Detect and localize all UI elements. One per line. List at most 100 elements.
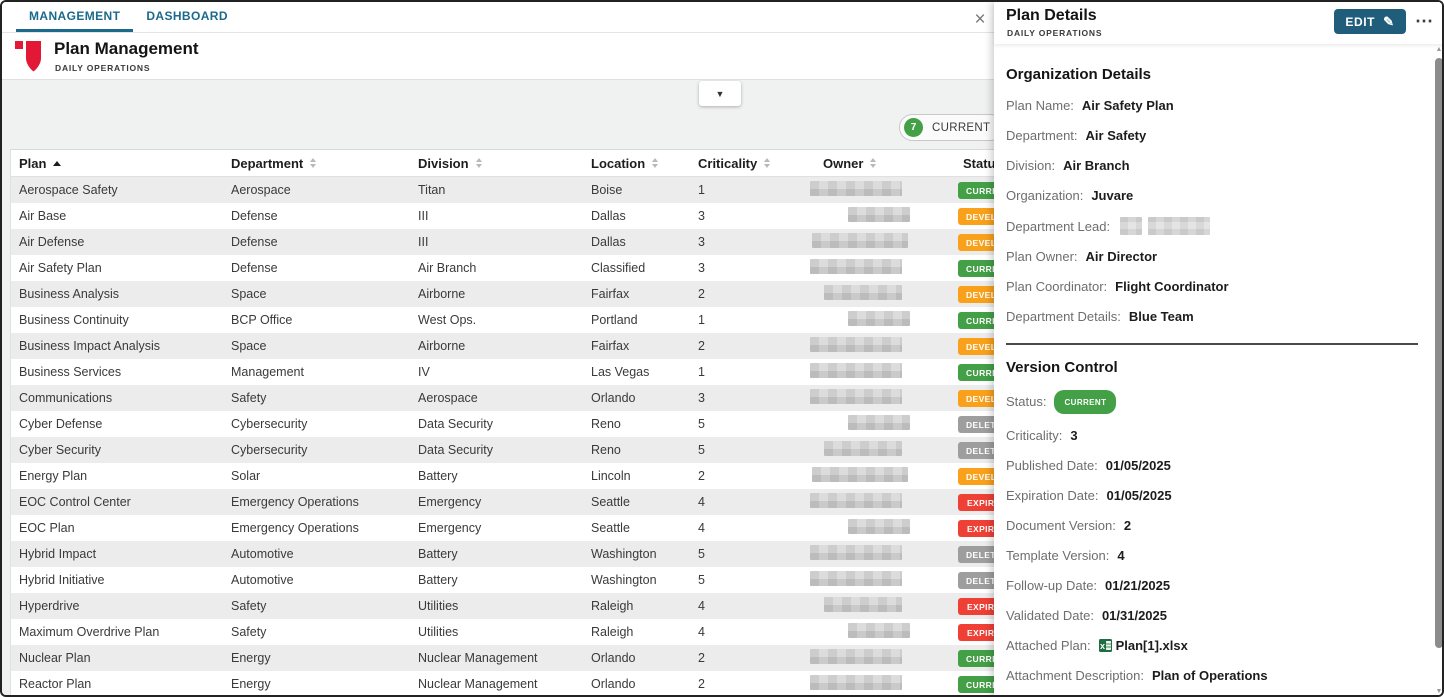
owner-redacted-block	[810, 493, 902, 508]
column-header[interactable]: Plan	[19, 156, 231, 171]
cell-owner	[810, 389, 958, 407]
owner-redacted-block	[812, 467, 908, 482]
cell-plan: Business Impact Analysis	[19, 339, 231, 353]
cell-division: Emergency	[418, 495, 591, 509]
field-status: Status:CURRENT	[1006, 390, 1418, 414]
cell-division: Emergency	[418, 521, 591, 535]
field-followup-date: Follow-up Date:01/21/2025	[1006, 577, 1418, 594]
cell-division: III	[418, 209, 591, 223]
panel-body: Organization Details Plan Name:Air Safet…	[994, 44, 1444, 697]
cell-location: Orlando	[591, 651, 698, 665]
owner-redacted-block	[810, 259, 902, 274]
cell-owner	[810, 493, 958, 511]
collapse-toolbar-button[interactable]: ▼	[699, 81, 741, 106]
field-expiration-date: Expiration Date:01/05/2025	[1006, 487, 1418, 504]
filter-count-badge: 7	[904, 118, 923, 137]
cell-owner	[810, 285, 958, 303]
cell-owner	[810, 675, 958, 693]
cell-owner	[810, 441, 958, 459]
field-validated-date: Validated Date:01/31/2025	[1006, 607, 1418, 624]
lead-avatar-redacted	[1120, 217, 1142, 235]
cell-plan: Aerospace Safety	[19, 183, 231, 197]
cell-location: Fairfax	[591, 287, 698, 301]
cell-location: Orlando	[591, 677, 698, 691]
owner-redacted-block	[824, 441, 902, 456]
cell-location: Dallas	[591, 209, 698, 223]
cell-criticality: 3	[698, 391, 810, 405]
cell-division: Nuclear Management	[418, 651, 591, 665]
field-attachment-description: Attachment Description:Plan of Operation…	[1006, 667, 1418, 684]
cell-plan: Communications	[19, 391, 231, 405]
cell-owner	[810, 597, 958, 615]
chevron-down-icon: ▼	[716, 89, 725, 99]
filter-chip-current[interactable]: 7 CURRENT	[899, 114, 1004, 141]
edit-button[interactable]: EDIT ✎	[1334, 9, 1406, 34]
version-control-heading: Version Control	[1006, 359, 1418, 376]
close-icon[interactable]: ×	[970, 10, 990, 30]
cell-department: Cybersecurity	[231, 417, 418, 431]
cell-criticality: 2	[698, 469, 810, 483]
field-department-details: Department Details:Blue Team	[1006, 308, 1418, 325]
column-header[interactable]: Location	[591, 156, 698, 171]
cell-plan: Business Continuity	[19, 313, 231, 327]
tab-dashboard[interactable]: DASHBOARD	[133, 2, 241, 32]
cell-location: Raleigh	[591, 625, 698, 639]
more-options-icon[interactable]: ⋯	[1415, 11, 1434, 32]
cell-owner	[810, 649, 958, 667]
cell-location: Las Vegas	[591, 365, 698, 379]
column-header[interactable]: Criticality	[698, 156, 810, 171]
scroll-up-icon[interactable]: ▲	[1435, 46, 1443, 53]
cell-division: West Ops.	[418, 313, 591, 327]
cell-owner	[810, 233, 958, 251]
panel-scrollbar[interactable]: ▲ ▼	[1434, 46, 1444, 697]
owner-redacted-block	[848, 623, 910, 638]
column-header[interactable]: Owner	[810, 156, 958, 171]
cell-location: Washington	[591, 547, 698, 561]
tab-management[interactable]: MANAGEMENT	[16, 2, 133, 32]
scrollbar-thumb[interactable]	[1435, 58, 1443, 648]
owner-redacted-block	[848, 519, 910, 534]
cell-division: III	[418, 235, 591, 249]
sort-icon	[764, 158, 770, 168]
attached-plan-link[interactable]: Plan[1].xlsx	[1116, 638, 1188, 653]
cell-owner	[810, 571, 958, 589]
cell-division: Utilities	[418, 599, 591, 613]
cell-plan: Cyber Security	[19, 443, 231, 457]
svg-text:x: x	[1100, 641, 1105, 651]
sort-icon	[652, 158, 658, 168]
cell-location: Reno	[591, 443, 698, 457]
cell-department: Defense	[231, 235, 418, 249]
cell-division: Data Security	[418, 417, 591, 431]
cell-division: IV	[418, 365, 591, 379]
cell-department: Space	[231, 339, 418, 353]
owner-redacted-block	[810, 337, 902, 352]
cell-division: Battery	[418, 547, 591, 561]
cell-division: Airborne	[418, 339, 591, 353]
cell-criticality: 5	[698, 573, 810, 587]
cell-owner	[810, 337, 958, 355]
owner-redacted-block	[810, 181, 902, 196]
scroll-down-icon[interactable]: ▼	[1435, 688, 1443, 695]
cell-criticality: 4	[698, 625, 810, 639]
column-header[interactable]: Department	[231, 156, 418, 171]
panel-header: Plan Details DAILY OPERATIONS EDIT ✎ ⋯	[994, 2, 1444, 44]
cell-location: Classified	[591, 261, 698, 275]
cell-department: Energy	[231, 677, 418, 691]
field-document-version: Document Version:2	[1006, 517, 1418, 534]
cell-department: BCP Office	[231, 313, 418, 327]
cell-department: Safety	[231, 625, 418, 639]
field-plan-coordinator: Plan Coordinator:Flight Coordinator	[1006, 278, 1418, 295]
cell-division: Airborne	[418, 287, 591, 301]
cell-location: Raleigh	[591, 599, 698, 613]
column-label: Criticality	[698, 156, 757, 171]
lead-name-redacted	[1148, 217, 1210, 235]
edit-button-label: EDIT	[1345, 15, 1375, 29]
cell-owner	[810, 519, 958, 537]
column-header[interactable]: Division	[418, 156, 591, 171]
column-label: Owner	[823, 156, 863, 171]
cell-plan: Cyber Defense	[19, 417, 231, 431]
tab-management-label: MANAGEMENT	[29, 9, 120, 23]
cell-department: Safety	[231, 391, 418, 405]
cell-division: Battery	[418, 573, 591, 587]
field-department: Department:Air Safety	[1006, 127, 1418, 144]
